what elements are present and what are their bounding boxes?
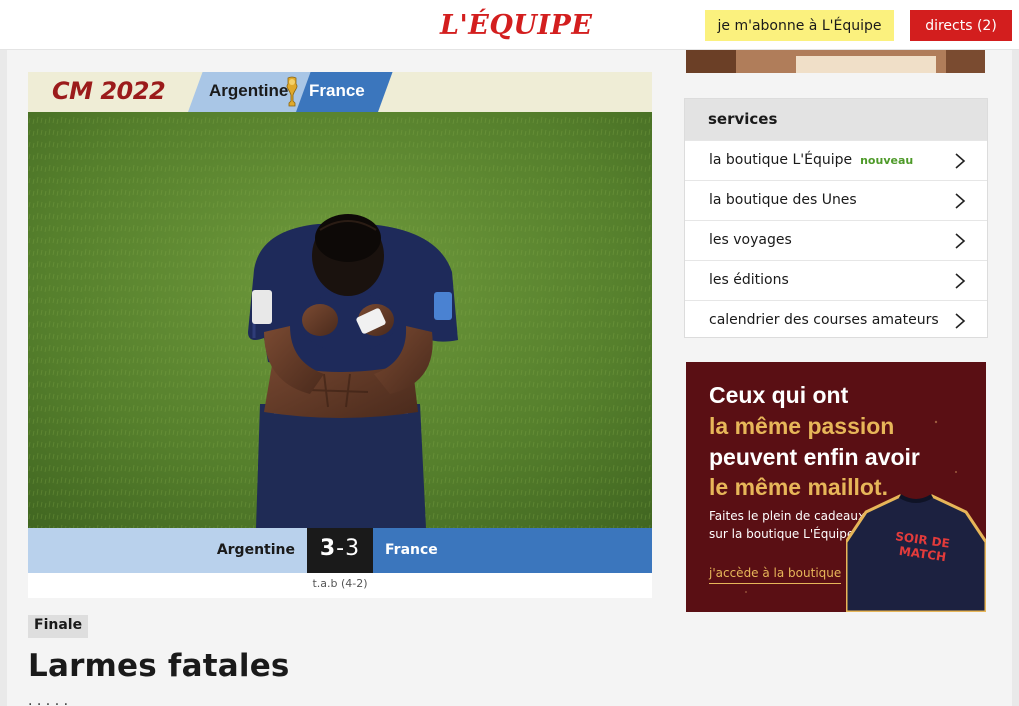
away-score: 3 bbox=[345, 536, 361, 561]
services-panel: services la boutique L'Équipe nouveau la … bbox=[684, 98, 988, 338]
trophy-icon bbox=[286, 76, 298, 107]
ad-body-line-1: Faites le plein de cadeaux bbox=[709, 509, 866, 523]
scoreboard[interactable]: Argentine 3-3 France bbox=[28, 528, 652, 573]
ad-body-line-2: sur la boutique L'Équipe. bbox=[709, 527, 859, 541]
chevron-right-icon bbox=[955, 313, 966, 329]
article-headline[interactable]: Larmes fatales bbox=[28, 648, 290, 684]
ad-headline-line-2: la même passion bbox=[709, 413, 895, 439]
new-badge: nouveau bbox=[860, 154, 914, 167]
top-navigation-bar: L'ÉQUIPE je m'abonne à L'Équipe directs … bbox=[0, 0, 1019, 50]
ad-headline-line-1: Ceux qui ont bbox=[709, 382, 849, 408]
final-score: 3-3 bbox=[307, 536, 373, 561]
service-item-label: les voyages bbox=[709, 232, 792, 248]
chevron-right-icon bbox=[955, 153, 966, 169]
service-item-boutique-unes[interactable]: la boutique des Unes bbox=[685, 180, 987, 220]
article-category-tag[interactable]: Finale bbox=[28, 615, 89, 638]
banner-home-team: Argentine bbox=[209, 81, 289, 100]
live-directs-button[interactable]: directs (2) bbox=[910, 10, 1012, 41]
service-item-calendrier[interactable]: calendrier des courses amateurs bbox=[685, 300, 987, 340]
service-item-boutique-lequipe[interactable]: la boutique L'Équipe nouveau bbox=[685, 140, 987, 180]
chevron-right-icon bbox=[955, 233, 966, 249]
service-item-label: la boutique des Unes bbox=[709, 192, 857, 208]
article-hero-image[interactable] bbox=[28, 112, 652, 528]
scoreboard-home-panel: Argentine bbox=[28, 528, 307, 573]
player-photo bbox=[28, 112, 652, 528]
ad-cta-link[interactable]: j'accède à la boutique bbox=[709, 566, 842, 584]
subscribe-button[interactable]: je m'abonne à L'Équipe bbox=[705, 10, 894, 41]
scoreboard-home-team: Argentine bbox=[216, 542, 295, 558]
page-left-gutter bbox=[0, 50, 7, 706]
scoreboard-away-panel: France bbox=[373, 528, 652, 573]
score-separator: - bbox=[336, 536, 346, 561]
tiebreak-result: t.a.b (4-2) bbox=[28, 573, 652, 598]
chevron-right-icon bbox=[955, 193, 966, 209]
chevron-right-icon bbox=[955, 273, 966, 289]
service-item-label: la boutique L'Équipe bbox=[709, 152, 853, 168]
match-banner[interactable]: CM 2022 Argentine France bbox=[28, 72, 652, 112]
article-lead-text: · · · · · bbox=[28, 697, 69, 706]
scoreboard-score-panel: 3-3 bbox=[307, 528, 373, 573]
sidebar-top-image[interactable] bbox=[686, 50, 985, 73]
page-right-gutter bbox=[1012, 50, 1019, 706]
competition-label: CM 2022 bbox=[52, 77, 166, 105]
service-item-voyages[interactable]: les voyages bbox=[685, 220, 987, 260]
service-item-label: les éditions bbox=[709, 272, 789, 288]
lequipe-logo[interactable]: L'ÉQUIPE bbox=[440, 10, 592, 41]
scoreboard-away-team: France bbox=[385, 542, 438, 558]
ad-headline-line-3: peuvent enfin avoir bbox=[709, 444, 920, 470]
sidebar-image-fragment bbox=[686, 50, 985, 73]
service-item-editions[interactable]: les éditions bbox=[685, 260, 987, 300]
banner-away-team: France bbox=[309, 81, 365, 100]
jersey-image: SOIR DE MATCH bbox=[846, 494, 986, 612]
services-title: services bbox=[685, 99, 987, 140]
boutique-advertisement[interactable]: Ceux qui ont la même passion peuvent enf… bbox=[686, 362, 986, 612]
service-item-label: calendrier des courses amateurs bbox=[709, 312, 939, 328]
home-score: 3 bbox=[319, 536, 337, 561]
